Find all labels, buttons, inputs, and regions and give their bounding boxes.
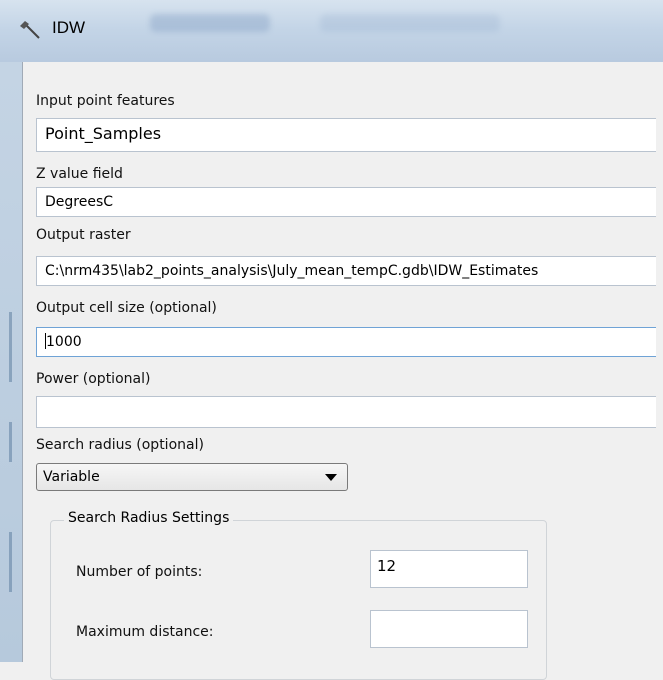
search-radius-label: Search radius (optional) bbox=[36, 437, 204, 453]
search-radius-selected: Variable bbox=[43, 469, 100, 485]
number-of-points-label: Number of points: bbox=[76, 564, 203, 580]
title-bar-blur bbox=[320, 14, 500, 32]
border-mark bbox=[9, 312, 12, 382]
z-value-field-select[interactable]: DegreesC bbox=[36, 187, 656, 217]
border-mark bbox=[9, 532, 12, 592]
hammer-icon bbox=[18, 18, 42, 42]
output-cell-size-field[interactable]: 1000 bbox=[36, 327, 656, 357]
maximum-distance-field[interactable] bbox=[370, 610, 528, 648]
input-point-features-field[interactable]: Point_Samples bbox=[36, 118, 656, 152]
number-of-points-field[interactable]: 12 bbox=[370, 550, 528, 588]
window-title: IDW bbox=[52, 18, 86, 37]
search-radius-settings-legend: Search Radius Settings bbox=[64, 510, 234, 526]
chevron-down-icon bbox=[325, 474, 337, 481]
output-cell-size-value: 1000 bbox=[46, 334, 82, 350]
power-field[interactable] bbox=[36, 396, 656, 428]
input-point-features-label: Input point features bbox=[36, 93, 175, 109]
title-bar[interactable]: IDW bbox=[0, 0, 663, 63]
power-label: Power (optional) bbox=[36, 371, 151, 387]
search-radius-settings-group bbox=[50, 520, 547, 680]
dialog-window: IDW Input point features Point_Samples Z… bbox=[0, 0, 663, 680]
window-left-border bbox=[0, 62, 22, 662]
output-cell-size-label: Output cell size (optional) bbox=[36, 300, 217, 316]
z-value-field-label: Z value field bbox=[36, 166, 123, 182]
maximum-distance-label: Maximum distance: bbox=[76, 624, 214, 640]
title-bar-blur bbox=[150, 14, 270, 32]
output-raster-label: Output raster bbox=[36, 227, 131, 243]
border-mark bbox=[9, 422, 12, 462]
search-radius-dropdown[interactable]: Variable bbox=[36, 463, 348, 491]
output-raster-field[interactable]: C:\nrm435\lab2_points_analysis\July_mean… bbox=[36, 256, 656, 286]
